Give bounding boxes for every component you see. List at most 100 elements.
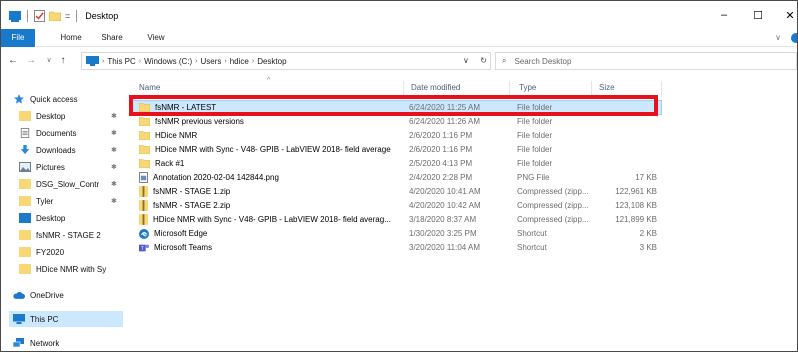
nav-desktop[interactable]: Desktop bbox=[19, 210, 127, 226]
file-name-cell: Rack #1 bbox=[139, 157, 401, 170]
customize-toolbar-icon[interactable]: = bbox=[65, 11, 70, 21]
nav-label: Desktop bbox=[36, 111, 66, 121]
nav-quick-access[interactable]: Quick access bbox=[13, 91, 78, 107]
desktop-icon bbox=[19, 213, 31, 223]
column-divider[interactable] bbox=[661, 81, 662, 97]
nav-documents[interactable]: Documents ✱ bbox=[19, 125, 127, 141]
toolbar-divider bbox=[76, 10, 78, 22]
breadcrumb-hdice[interactable]: hdice bbox=[230, 57, 249, 66]
nav-label: Desktop bbox=[36, 213, 66, 223]
nav-label: This PC bbox=[30, 314, 59, 324]
file-name: HDice NMR with Sync - V48- GPIB - LabVIE… bbox=[155, 145, 391, 154]
nav-this-pc[interactable]: This PC bbox=[9, 311, 123, 327]
file-row[interactable]: Rack #1 2/5/2020 4:13 PM File folder bbox=[131, 157, 661, 170]
svg-text:T: T bbox=[141, 246, 144, 252]
address-bar[interactable]: › This PC › Windows (C:) › Users › hdice… bbox=[81, 52, 491, 70]
folder-icon bbox=[19, 264, 31, 274]
nav-label: Network bbox=[30, 338, 60, 348]
nav-downloads[interactable]: Downloads ✱ bbox=[19, 142, 127, 158]
file-row[interactable]: HDice NMR 2/6/2020 1:16 PM File folder bbox=[131, 129, 661, 142]
breadcrumb-this-pc[interactable]: This PC bbox=[107, 57, 135, 66]
file-row[interactable]: T Microsoft Teams 3/20/2020 11:04 AM Shortc… bbox=[131, 241, 661, 254]
nav-fy2020[interactable]: FY2020 bbox=[19, 244, 127, 260]
file-date-modified: 1/30/2020 3:25 PM bbox=[409, 229, 477, 238]
file-row[interactable]: fsNMR - STAGE 2.zip 4/20/2020 10:42 AM Com… bbox=[131, 199, 661, 212]
column-header-name[interactable]: Name bbox=[139, 83, 160, 97]
file-name-cell: fsNMR - LATEST bbox=[139, 101, 401, 114]
ribbon-tabs: File Home Share View ∨ bbox=[1, 29, 797, 47]
nav-hdice-nmr-with-sync[interactable]: HDice NMR with Sy bbox=[19, 261, 123, 277]
breadcrumb-separator: › bbox=[224, 57, 227, 65]
pc-icon bbox=[13, 314, 25, 324]
pin-icon: ✱ bbox=[111, 130, 117, 137]
network-icon bbox=[13, 338, 24, 348]
folder-icon bbox=[19, 247, 31, 257]
nav-desktop-pinned[interactable]: Desktop ✱ bbox=[19, 108, 127, 124]
column-header-date[interactable]: Date modified bbox=[411, 83, 460, 97]
breadcrumb-users[interactable]: Users bbox=[201, 57, 222, 66]
nav-label: HDice NMR with Sy bbox=[36, 264, 107, 274]
pin-icon: ✱ bbox=[111, 147, 117, 154]
nav-label: Tyler bbox=[36, 196, 54, 206]
maximize-button[interactable]: ☐ bbox=[741, 1, 775, 29]
file-name-cell: fsNMR - STAGE 2.zip bbox=[139, 199, 401, 212]
recent-locations-button[interactable]: ∨ bbox=[43, 54, 55, 68]
tab-file[interactable]: File bbox=[1, 29, 35, 47]
tab-home[interactable]: Home bbox=[55, 29, 87, 47]
minimize-button[interactable]: – bbox=[707, 1, 741, 29]
download-icon bbox=[20, 145, 30, 155]
column-header-size[interactable]: Size bbox=[599, 83, 615, 97]
nav-onedrive[interactable]: OneDrive bbox=[13, 287, 64, 303]
folder-icon bbox=[19, 111, 31, 121]
file-row[interactable]: fsNMR previous versions 6/24/2020 11:26 A… bbox=[131, 115, 661, 128]
search-box[interactable]: ⌕ Search Desktop bbox=[495, 52, 797, 70]
file-name-cell: HDice NMR bbox=[139, 129, 401, 142]
breadcrumb-desktop[interactable]: Desktop bbox=[257, 57, 286, 66]
nav-tyler[interactable]: Tyler ✱ bbox=[19, 193, 127, 209]
column-divider[interactable] bbox=[403, 81, 404, 97]
nav-dsg-slow-contr[interactable]: DSG_Slow_Contr ✱ bbox=[19, 176, 127, 192]
close-button[interactable]: ✕ bbox=[773, 1, 797, 29]
tab-share[interactable]: Share bbox=[95, 29, 129, 47]
column-header-type[interactable]: Type bbox=[519, 83, 536, 97]
file-row[interactable]: HDice NMR with Sync - V48- GPIB - LabVIE… bbox=[131, 143, 661, 156]
refresh-icon[interactable]: ↻ bbox=[480, 56, 487, 65]
tab-view[interactable]: View bbox=[141, 29, 171, 47]
file-size: 17 KB bbox=[635, 173, 657, 182]
file-name-cell: Microsoft Edge bbox=[139, 227, 401, 240]
nav-fsnmr-stage-2[interactable]: fsNMR - STAGE 2 bbox=[19, 227, 127, 243]
nav-pictures[interactable]: Pictures ✱ bbox=[19, 159, 127, 175]
properties-icon[interactable] bbox=[34, 10, 45, 22]
breadcrumb-windows-c[interactable]: Windows (C:) bbox=[144, 57, 192, 66]
nav-label: Quick access bbox=[30, 94, 78, 104]
file-name: fsNMR - LATEST bbox=[155, 103, 217, 112]
sort-ascending-icon: ^ bbox=[267, 77, 271, 84]
file-size bbox=[599, 143, 657, 156]
file-date-modified: 3/20/2020 11:04 AM bbox=[409, 243, 481, 252]
nav-network[interactable]: Network bbox=[13, 335, 59, 351]
new-folder-icon[interactable] bbox=[49, 11, 61, 21]
file-row[interactable]: fsNMR - LATEST 6/24/2020 11:25 AM File fol… bbox=[130, 100, 662, 115]
file-row[interactable]: HDice NMR with Sync - V48- GPIB - LabVIE… bbox=[131, 213, 661, 226]
back-button[interactable]: ← bbox=[7, 54, 19, 68]
pictures-icon bbox=[19, 162, 31, 172]
toolbar-divider bbox=[27, 10, 28, 22]
file-row[interactable]: Annotation 2020-02-04 142844.png 2/4/2020… bbox=[131, 171, 661, 184]
file-type: Shortcut bbox=[517, 229, 547, 238]
file-row[interactable]: fsNMR - STAGE 1.zip 4/20/2020 10:41 AM Com… bbox=[131, 185, 661, 198]
nav-label: OneDrive bbox=[30, 290, 64, 300]
cloud-icon bbox=[13, 291, 25, 299]
folder-icon bbox=[139, 145, 155, 154]
column-divider[interactable] bbox=[591, 81, 592, 97]
file-type: File folder bbox=[517, 159, 553, 168]
forward-button[interactable]: → bbox=[25, 54, 37, 68]
folder-icon bbox=[19, 196, 31, 206]
help-icon[interactable] bbox=[791, 33, 798, 43]
file-date-modified: 6/24/2020 11:26 AM bbox=[409, 117, 481, 126]
edge-icon bbox=[139, 228, 154, 239]
up-button[interactable]: ↑ bbox=[57, 54, 69, 68]
expand-ribbon-icon[interactable]: ∨ bbox=[771, 29, 785, 47]
address-dropdown-icon[interactable]: ∨ bbox=[463, 56, 469, 65]
file-row[interactable]: Microsoft Edge 1/30/2020 3:25 PM Shortcut 2… bbox=[131, 227, 661, 240]
column-divider[interactable] bbox=[509, 81, 510, 97]
